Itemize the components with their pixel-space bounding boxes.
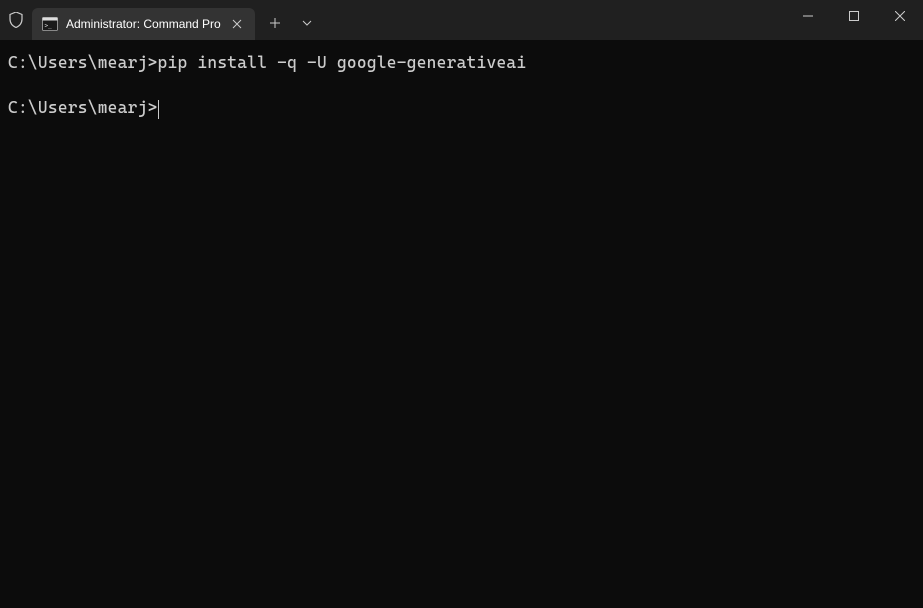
new-tab-button[interactable]	[259, 7, 291, 39]
terminal-line: C:\Users\mearj>	[8, 97, 915, 119]
tab-active[interactable]: >_ Administrator: Command Pro	[32, 8, 255, 40]
terminal-line	[8, 74, 915, 96]
titlebar: >_ Administrator: Command Pro	[0, 0, 923, 40]
terminal-area[interactable]: C:\Users\mearj>pip install -q -U google-…	[0, 40, 923, 131]
prompt-text: C:\Users\mearj>	[8, 53, 158, 72]
close-button[interactable]	[877, 0, 923, 32]
cmd-icon: >_	[42, 16, 58, 32]
prompt-text: C:\Users\mearj>	[8, 98, 158, 117]
tab-actions	[259, 0, 323, 40]
maximize-button[interactable]	[831, 0, 877, 32]
tab-title: Administrator: Command Pro	[66, 17, 221, 31]
titlebar-left: >_ Administrator: Command Pro	[0, 0, 323, 40]
cursor	[158, 100, 160, 118]
terminal-line: C:\Users\mearj>pip install -q -U google-…	[8, 52, 915, 74]
shield-icon	[0, 0, 32, 40]
minimize-button[interactable]	[785, 0, 831, 32]
tab-close-button[interactable]	[229, 16, 245, 32]
svg-text:>_: >_	[45, 23, 53, 30]
tab-dropdown-button[interactable]	[291, 7, 323, 39]
window-controls	[785, 0, 923, 40]
command-text: pip install -q -U google-generativeai	[158, 53, 527, 72]
